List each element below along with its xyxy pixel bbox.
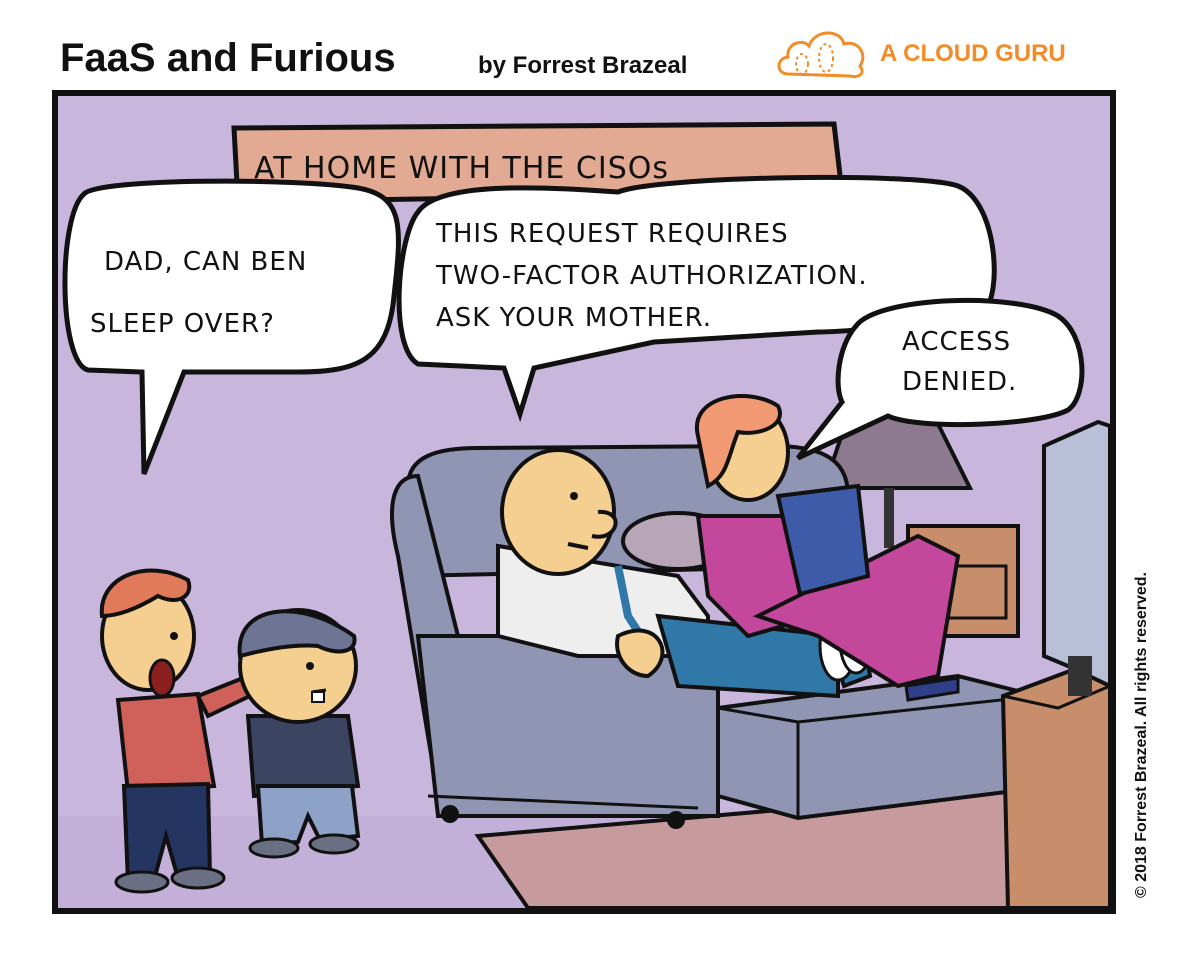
comic-illustration: AT HOME WITH THE CISOs DAD, CAN BEN SLEE… <box>58 121 1110 908</box>
comic-panel: AT HOME WITH THE CISOs DAD, CAN BEN SLEE… <box>52 90 1116 914</box>
cloud-logo-icon <box>777 31 865 78</box>
comic-title: FaaS and Furious <box>60 36 396 80</box>
kid-line-2: SLEEP OVER? <box>90 309 275 339</box>
tv-cabinet <box>1000 653 1110 908</box>
copyright-notice: © 2018 Forrest Brazeal. All rights reser… <box>1133 571 1150 898</box>
dad-line-2: TWO-FACTOR AUTHORIZATION. <box>435 261 868 291</box>
brand-name: A CLOUD GURU <box>880 40 1066 67</box>
caption-text: AT HOME WITH THE CISOs <box>254 151 669 186</box>
dad-line-3: ASK YOUR MOTHER. <box>436 303 712 333</box>
comic-byline: by Forrest Brazeal <box>478 52 688 79</box>
speech-bubble-kid: DAD, CAN BEN SLEEP OVER? <box>62 178 401 475</box>
dad-line-1: THIS REQUEST REQUIRES <box>435 219 789 249</box>
mom-line-1: ACCESS <box>902 327 1011 357</box>
mom-line-2: DENIED. <box>902 367 1017 397</box>
kid-line-1: DAD, CAN BEN <box>104 247 307 277</box>
television <box>1042 419 1110 696</box>
